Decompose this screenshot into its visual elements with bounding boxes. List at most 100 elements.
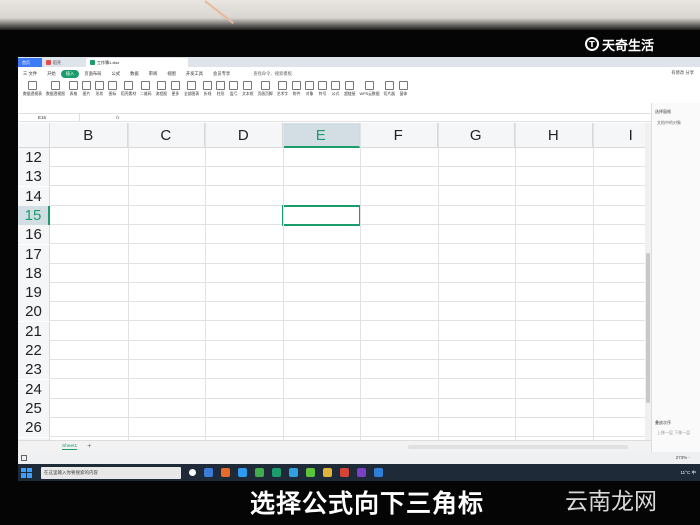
system-tray[interactable]: 11°C 中 [681,470,696,476]
menu-developer[interactable]: 开发工具 [181,71,208,77]
zoom-level[interactable]: 273% - [676,455,690,460]
wechat-icon[interactable] [306,468,315,477]
menu-insert[interactable]: 插入 [60,70,80,78]
ribbon-button[interactable]: 切片器 [384,81,395,97]
edge-icon[interactable] [238,468,247,477]
column-header[interactable]: G [438,123,515,148]
ribbon-button[interactable]: 艺术字 [277,81,288,97]
wps-sheet-icon[interactable] [272,468,281,477]
ribbon-button[interactable]: WPS云数据 [359,81,380,97]
ribbon-button[interactable]: 二维码 [140,81,152,97]
wps-icon[interactable] [340,468,349,477]
video-frame: T 天奇生活 首页 稻壳 工作簿1.xlsx 三 文件 开始 插入 页面布局 公… [0,0,700,525]
tab-docer[interactable]: 稻壳 [42,58,86,67]
row-header[interactable]: 14 [18,186,50,206]
column-header[interactable]: E [282,123,360,148]
ribbon-button[interactable]: 文本框 [242,81,254,97]
cortana-icon[interactable] [189,469,196,476]
selection-pane-buttons[interactable]: 上移一层 下移一层 [657,430,690,436]
ribbon-button-label: 附件 [292,92,301,96]
ribbon-button-icon [292,81,302,90]
app-icon-5[interactable] [357,468,366,477]
menu-page-layout[interactable]: 页面布局 [79,71,106,77]
column-header[interactable]: H [515,123,593,148]
name-box[interactable]: E15 [18,114,80,121]
row-header[interactable]: 17 [18,244,50,264]
ribbon-button[interactable]: 柱形 [216,81,226,97]
fx-icon[interactable]: fx [116,115,120,120]
row-header[interactable]: 22 [18,341,50,360]
grid-line [282,123,284,440]
column-header[interactable]: D [205,123,283,148]
ribbon-button[interactable]: 稻壳素材 [121,81,136,97]
menu-member[interactable]: 会员专享 [208,71,235,77]
row-header[interactable]: 15 [18,205,50,225]
ribbon-button[interactable]: 超链接 [344,81,355,97]
ribbon-button[interactable]: 形状 [94,81,104,97]
table-row: 20 [18,302,645,322]
windows-start-icon[interactable] [21,467,33,478]
app-icon-1[interactable] [221,468,230,477]
ribbon-button[interactable]: 对象 [305,81,315,97]
horizontal-scrollbar[interactable] [408,445,628,449]
taskbar-search[interactable]: 在这里输入你要搜索的内容 [41,466,181,479]
row-header[interactable]: 26 [18,418,50,438]
ribbon-button[interactable]: 数据透视图 [46,81,65,97]
ribbon-button[interactable]: 更多 [170,81,180,97]
menu-view[interactable]: 视图 [162,71,181,77]
tab-home[interactable]: 首页 [18,58,42,67]
ribbon-button-label: 艺术字 [276,92,289,96]
column-header[interactable]: I [593,123,646,148]
row-header[interactable]: 13 [18,167,50,187]
share-area[interactable]: 有修改 分享 [671,70,694,76]
ribbon-button[interactable]: 图标 [107,81,117,97]
column-header[interactable]: C [128,123,205,148]
vertical-scroll-thumb[interactable] [646,253,650,403]
ribbon-button[interactable]: 流程图 [156,81,167,97]
ribbon-button[interactable]: 附件 [292,81,302,97]
selection-pane: 选择窗格 文档中的对象 叠放次序 上移一层 下移一层 [651,103,700,452]
column-header[interactable]: F [360,123,438,148]
ribbon-button[interactable]: 数据透视表 [23,81,42,97]
cell-grid[interactable]: BCDEFGHI 1213141516171819202122232425262… [18,123,645,440]
ribbon-button[interactable]: 窗体 [398,81,408,97]
row-header[interactable]: 16 [18,225,50,245]
ribbon-button[interactable]: 折线 [203,81,213,97]
row-header[interactable]: 12 [18,148,50,167]
row-header[interactable]: 24 [18,379,50,399]
sheet-tab[interactable]: Sheet1 [62,444,78,450]
ribbon-button[interactable]: 图片 [81,81,91,97]
menu-formulas[interactable]: 公式 [106,71,125,77]
ribbon-button[interactable]: 页眉页脚 [258,81,273,97]
menu-home[interactable]: 开始 [42,71,61,77]
menu-data[interactable]: 数据 [125,71,144,77]
ribbon-button-label: 全部图表 [183,92,200,96]
command-search[interactable]: 查找命令、搜索模板 [253,71,292,77]
column-header[interactable]: B [50,123,128,148]
ribbon-button[interactable]: 全部图表 [184,81,199,97]
row-header[interactable]: 21 [18,321,50,341]
menu-file[interactable]: 三 文件 [18,71,42,77]
app-icon-3[interactable] [289,468,298,477]
app-icon-4[interactable] [323,468,332,477]
ribbon-button[interactable]: 公式 [331,81,341,97]
select-all-corner[interactable] [18,123,50,148]
menu-review[interactable]: 审阅 [144,71,163,77]
ribbon-button[interactable]: 符号 [318,81,328,97]
table-row: 12 [18,148,645,167]
tab-workbook[interactable]: 工作簿1.xlsx [86,58,188,67]
ribbon-button-icon [81,81,91,90]
app-icon-6[interactable] [374,468,383,477]
task-view-icon[interactable] [204,468,213,477]
row-header[interactable]: 20 [18,302,50,322]
ribbon-button-icon [216,81,226,90]
ribbon-button[interactable]: 盈亏 [229,81,239,97]
add-sheet-button[interactable]: + [87,443,91,450]
row-header[interactable]: 19 [18,283,50,303]
selected-cell-e15[interactable] [282,205,361,226]
row-header[interactable]: 18 [18,263,50,283]
ribbon-button[interactable]: 表格 [68,81,78,97]
row-header[interactable]: 23 [18,360,50,380]
app-icon-2[interactable] [255,468,264,477]
row-header[interactable]: 25 [18,398,50,418]
